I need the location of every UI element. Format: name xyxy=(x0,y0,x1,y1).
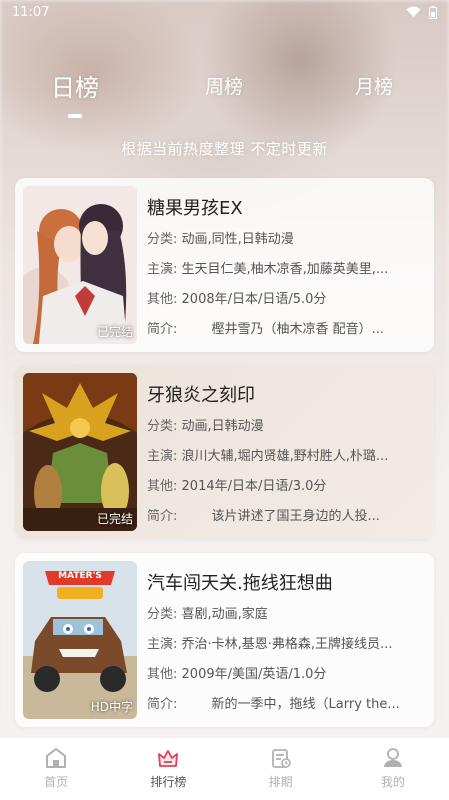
nav-ranking[interactable]: 排行榜 xyxy=(112,738,224,800)
movie-title: 糖果男孩EX xyxy=(147,198,243,219)
category-label: 分类: xyxy=(147,419,178,434)
tab-monthly[interactable]: 月榜 xyxy=(355,72,393,99)
cast-label: 主演: xyxy=(147,262,178,277)
intro-value: 该片讲述了国王身边的人投... xyxy=(211,509,380,524)
profile-icon xyxy=(383,748,402,767)
cast-value: 乔治·卡林,基恩·弗格森,王牌接线员... xyxy=(181,637,393,652)
movie-title: 汽车闯天关.拖线狂想曲 xyxy=(147,573,333,594)
other-row: 其他: 2014年/日本/日语/3.0分 xyxy=(147,475,427,494)
intro-row: 简介: 樫井雪乃（柚木凉香 配音）... xyxy=(147,318,427,337)
cast-row: 主演: 生天目仁美,柚木凉香,加藤英美里,... xyxy=(147,258,427,277)
poster-text: MATER'S xyxy=(58,571,102,581)
movie-card[interactable]: 已完结 牙狼炎之刻印 分类: 动画,日韩动漫 主演: 浪川大辅,堀内贤雄,野村胜… xyxy=(15,365,434,539)
category-value: 动画,日韩动漫 xyxy=(181,419,264,434)
category-label: 分类: xyxy=(147,232,178,247)
other-row: 其他: 2008年/日本/日语/5.0分 xyxy=(147,288,427,307)
other-value: 2014年/日本/日语/3.0分 xyxy=(181,479,327,494)
ranking-subtitle: 根据当前热度整理 不定时更新 xyxy=(121,140,328,158)
nav-profile-label: 我的 xyxy=(380,775,405,789)
movie-card[interactable]: MATER'S HD中字 汽车闯天关.拖线狂想曲 分类: 喜剧,动画,家庭 主演… xyxy=(15,553,434,727)
status-badge: 已完结 xyxy=(96,512,133,526)
nav-schedule-label: 排期 xyxy=(268,775,293,789)
other-label: 其他: xyxy=(147,667,178,682)
poster-image: MATER'S HD中字 xyxy=(23,561,137,719)
cast-label: 主演: xyxy=(147,449,178,464)
cast-row: 主演: 乔治·卡林,基恩·弗格森,王牌接线员... xyxy=(147,633,427,652)
other-value: 2008年/日本/日语/5.0分 xyxy=(181,292,327,307)
nav-home-label: 首页 xyxy=(44,775,69,789)
ranking-tabs: 日榜 周榜 月榜 xyxy=(0,72,449,122)
nav-home[interactable]: 首页 xyxy=(0,738,112,800)
ranking-icon xyxy=(158,750,179,767)
cast-value: 生天目仁美,柚木凉香,加藤英美里,... xyxy=(181,262,389,277)
intro-row: 简介: 该片讲述了国王身边的人投... xyxy=(147,505,427,524)
status-bar: 11:07 xyxy=(0,0,449,24)
cast-label: 主演: xyxy=(147,637,178,652)
intro-label: 简介: xyxy=(147,322,178,337)
wifi-icon xyxy=(406,6,421,18)
intro-value: 樫井雪乃（柚木凉香 配音）... xyxy=(211,322,385,337)
category-value: 动画,同性,日韩动漫 xyxy=(181,232,294,247)
category-row: 分类: 喜剧,动画,家庭 xyxy=(147,603,427,622)
status-badge: HD中字 xyxy=(90,700,133,714)
category-row: 分类: 动画,日韩动漫 xyxy=(147,415,427,434)
cast-row: 主演: 浪川大辅,堀内贤雄,野村胜人,朴璐... xyxy=(147,445,427,464)
tab-daily[interactable]: 日榜 xyxy=(51,68,99,103)
battery-icon xyxy=(429,5,437,19)
movie-title: 牙狼炎之刻印 xyxy=(147,385,255,406)
intro-row: 简介: 新的一季中，拖线（Larry the... xyxy=(147,693,427,712)
nav-schedule[interactable]: 排期 xyxy=(225,738,337,800)
category-row: 分类: 动画,同性,日韩动漫 xyxy=(147,228,427,247)
intro-label: 简介: xyxy=(147,697,178,712)
nav-profile[interactable]: 我的 xyxy=(337,738,449,800)
status-badge: 已完结 xyxy=(96,325,133,339)
status-time: 11:07 xyxy=(12,4,50,20)
home-icon xyxy=(46,748,67,768)
other-value: 2009年/美国/英语/1.0分 xyxy=(181,667,327,682)
poster-image: 已完结 xyxy=(23,373,137,531)
movie-card[interactable]: 已完结 糖果男孩EX 分类: 动画,同性,日韩动漫 主演: 生天目仁美,柚木凉香… xyxy=(15,178,434,352)
tab-weekly[interactable]: 周榜 xyxy=(205,72,243,99)
schedule-icon xyxy=(271,749,291,768)
intro-label: 简介: xyxy=(147,509,178,524)
other-row: 其他: 2009年/美国/英语/1.0分 xyxy=(147,663,427,682)
cast-value: 浪川大辅,堀内贤雄,野村胜人,朴璐... xyxy=(181,449,389,464)
tab-indicator xyxy=(68,114,82,118)
category-value: 喜剧,动画,家庭 xyxy=(181,607,268,622)
bottom-nav: 首页 排行榜 排期 我的 xyxy=(0,738,449,800)
other-label: 其他: xyxy=(147,479,178,494)
poster-image: 已完结 xyxy=(23,186,137,344)
nav-ranking-label: 排行榜 xyxy=(150,775,187,789)
other-label: 其他: xyxy=(147,292,178,307)
status-icons xyxy=(406,5,437,19)
intro-value: 新的一季中，拖线（Larry the... xyxy=(211,697,400,712)
category-label: 分类: xyxy=(147,607,178,622)
